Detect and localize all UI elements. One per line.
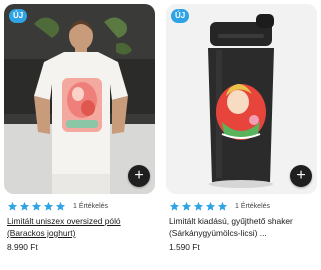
star-icon	[193, 201, 204, 211]
product-rating: 1 Értékelés	[7, 201, 108, 212]
product-rating: 1 Értékelés	[169, 201, 270, 212]
star-icon	[43, 201, 54, 211]
product-image-container[interactable]: ÚJ +	[4, 4, 155, 194]
star-icon	[7, 201, 18, 211]
star-icon	[217, 201, 228, 211]
product-card[interactable]: ÚJ + 1 Értékelés Limitált kiadású, gyűjt…	[166, 4, 317, 252]
product-title-link[interactable]: Limitált kiadású, gyűjthető shaker (Sárk…	[169, 215, 317, 239]
rating-count[interactable]: 1 Értékelés	[73, 203, 108, 210]
rating-stars	[7, 201, 66, 212]
rating-count[interactable]: 1 Értékelés	[235, 203, 270, 210]
shaker-photo[interactable]	[166, 4, 317, 194]
new-badge: ÚJ	[9, 9, 28, 23]
add-to-cart-button[interactable]: +	[290, 165, 312, 187]
new-badge: ÚJ	[171, 9, 190, 23]
product-price: 8.990 Ft	[7, 242, 38, 252]
product-price: 1.590 Ft	[169, 242, 200, 252]
star-icon	[19, 201, 30, 211]
star-icon	[169, 201, 180, 211]
tshirt-photo[interactable]	[4, 4, 155, 194]
star-icon	[205, 201, 216, 211]
add-to-cart-button[interactable]: +	[128, 165, 150, 187]
star-icon	[181, 201, 192, 211]
star-icon	[55, 201, 66, 211]
rating-stars	[169, 201, 228, 212]
product-title-link[interactable]: Limitált uniszex oversized póló (Baracko…	[7, 215, 155, 239]
star-icon	[31, 201, 42, 211]
product-image-container[interactable]: ÚJ +	[166, 4, 317, 194]
product-card[interactable]: ÚJ + 1 Értékelés Limitált uniszex oversi…	[4, 4, 155, 252]
